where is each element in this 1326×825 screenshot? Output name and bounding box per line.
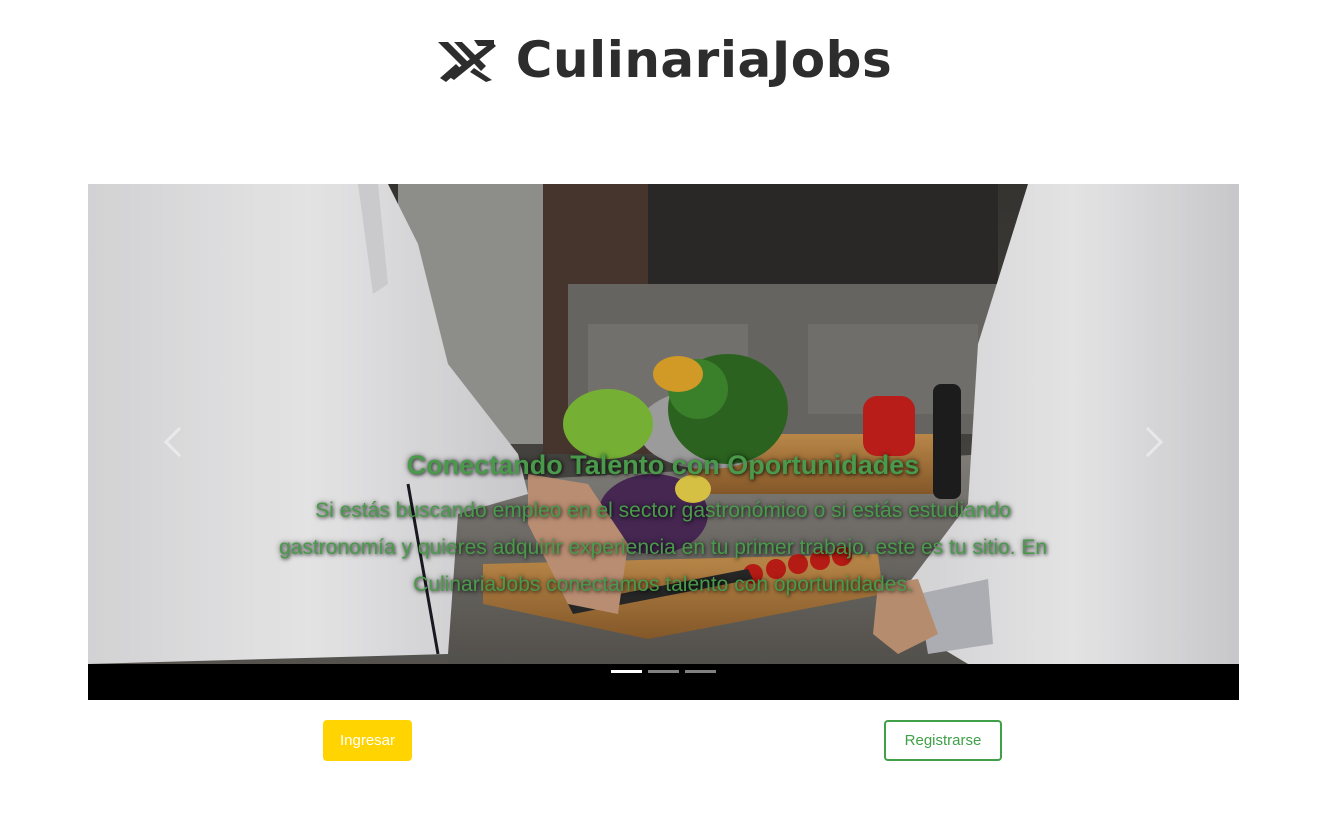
carousel-indicator-2[interactable]	[648, 670, 679, 673]
brand-name: CulinariaJobs	[515, 31, 893, 89]
hero-carousel[interactable]: Conectando Talento con Oportunidades Si …	[88, 184, 1239, 700]
carousel-caption: Conectando Talento con Oportunidades Si …	[268, 448, 1058, 603]
carousel-indicator-3[interactable]	[685, 670, 716, 673]
carousel-caption-text: Si estás buscando empleo en el sector ga…	[278, 499, 1048, 596]
register-button[interactable]: Registrarse	[884, 720, 1002, 761]
carousel-next-button[interactable]	[1133, 422, 1173, 462]
carousel-prev-button[interactable]	[154, 422, 194, 462]
brand-header: CulinariaJobs	[0, 30, 1326, 90]
carousel-indicator-1[interactable]	[611, 670, 642, 673]
chevron-right-icon	[1145, 426, 1164, 458]
crossed-utensils-icon	[437, 40, 496, 82]
landing-page: CulinariaJobs Conectando Talento con Opo…	[0, 0, 1326, 825]
login-button[interactable]: Ingresar	[323, 720, 412, 761]
carousel-caption-title: Conectando Talento con Oportunidades	[406, 450, 920, 480]
carousel-indicators	[88, 670, 1239, 673]
chevron-left-icon	[163, 426, 182, 458]
